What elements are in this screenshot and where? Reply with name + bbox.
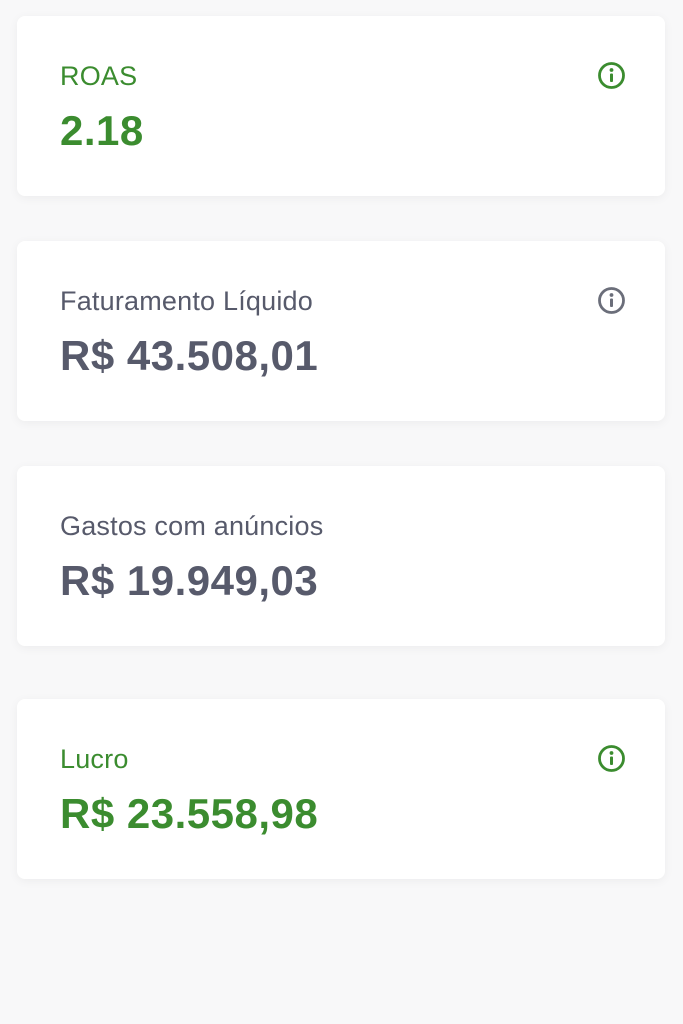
metric-label: Gastos com anúncios (60, 511, 324, 541)
metric-value: R$ 43.508,01 (60, 332, 319, 379)
info-icon[interactable] (597, 744, 626, 773)
metric-card-faturamento-liquido: Faturamento Líquido R$ 43.508,01 (17, 241, 665, 421)
metric-card-gastos-com-anuncios: Gastos com anúncios R$ 19.949,03 (17, 466, 665, 646)
metric-card-lucro: Lucro R$ 23.558,98 (17, 699, 665, 879)
metric-value: R$ 23.558,98 (60, 790, 319, 837)
metric-card-roas: ROAS 2.18 (17, 16, 665, 196)
metric-label: Faturamento Líquido (60, 286, 313, 316)
metric-label: ROAS (60, 61, 138, 91)
metric-label: Lucro (60, 744, 129, 774)
info-icon[interactable] (597, 61, 626, 90)
metric-value: R$ 19.949,03 (60, 557, 319, 604)
metric-value: 2.18 (60, 107, 144, 154)
info-icon[interactable] (597, 286, 626, 315)
